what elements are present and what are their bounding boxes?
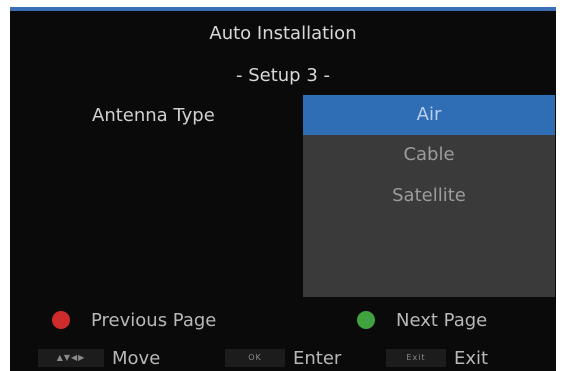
next-page-hint[interactable]: Next Page — [357, 307, 487, 333]
exit-label: Exit — [454, 347, 489, 369]
enter-hint: OK Enter — [225, 345, 341, 371]
green-button-icon — [357, 311, 375, 329]
antenna-type-list[interactable]: Air Cable Satellite — [303, 95, 555, 297]
arrow-keys-icon: ▲▼◀▶ — [38, 349, 104, 367]
move-hint: ▲▼◀▶ Move — [38, 345, 160, 371]
page-subtitle: - Setup 3 - — [236, 65, 330, 86]
enter-label: Enter — [293, 347, 342, 369]
ok-key-icon: OK — [225, 349, 285, 367]
exit-hint: Exit Exit — [386, 345, 488, 371]
next-page-label: Next Page — [396, 309, 488, 331]
option-satellite[interactable]: Satellite — [303, 176, 555, 216]
page-title: Auto Installation — [209, 23, 357, 44]
exit-key-icon: Exit — [386, 349, 446, 367]
option-cable[interactable]: Cable — [303, 135, 555, 175]
tv-screen: Auto Installation - Setup 3 - Antenna Ty… — [10, 7, 556, 371]
top-accent-border — [10, 7, 556, 11]
move-label: Move — [112, 347, 161, 369]
previous-page-label: Previous Page — [91, 309, 217, 331]
option-air[interactable]: Air — [303, 95, 555, 135]
previous-page-hint[interactable]: Previous Page — [52, 307, 216, 333]
red-button-icon — [52, 311, 70, 329]
antenna-type-label: Antenna Type — [92, 105, 215, 126]
